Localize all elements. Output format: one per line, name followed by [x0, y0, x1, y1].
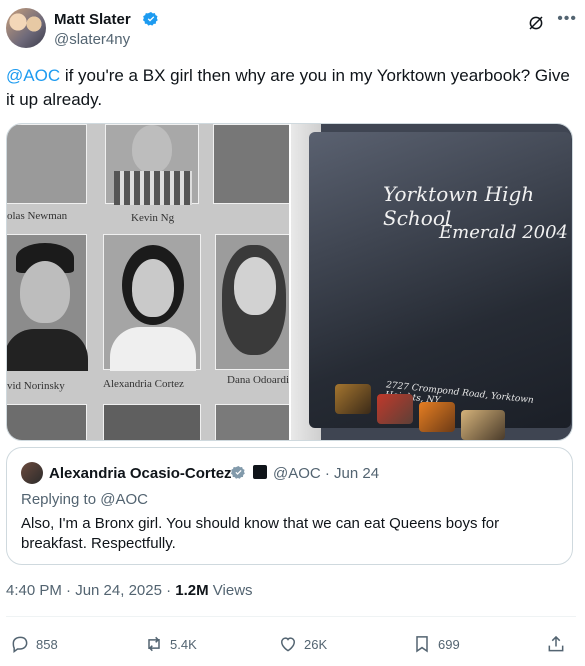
- yearbook-page-photo[interactable]: olas Newman Kevin Ng vid Norinsky Alexan…: [7, 124, 289, 440]
- yearbook-portrait: [213, 124, 289, 204]
- repost-icon: [148, 636, 160, 652]
- share-button[interactable]: [546, 634, 572, 654]
- mention-link[interactable]: @AOC: [6, 66, 60, 85]
- yearbook-name: vid Norinsky: [7, 380, 65, 392]
- tweet-meta: 4:40 PM · Jun 24, 2025 · 1.2M Views: [6, 582, 253, 599]
- heart-icon: [280, 637, 296, 652]
- yearbook-portrait: [215, 234, 289, 370]
- yearbook-cover: Yorktown High School Emerald 2004 2727 C…: [309, 132, 571, 440]
- share-icon: [548, 635, 564, 652]
- like-button[interactable]: 26K: [278, 634, 327, 654]
- quoted-handle-time: @AOC · Jun 24: [273, 465, 380, 482]
- verified-badge-icon: [231, 465, 245, 479]
- repost-button[interactable]: 5.4K: [144, 634, 197, 654]
- yearbook-portrait: [7, 124, 87, 204]
- quoted-author-avatar[interactable]: [21, 462, 43, 484]
- author-avatar[interactable]: [6, 8, 46, 48]
- yearbook-portrait: [215, 404, 289, 440]
- yearbook-portrait: [103, 404, 201, 440]
- bookmark-count: 699: [438, 636, 460, 652]
- reply-count: 858: [36, 636, 58, 652]
- like-count: 26K: [304, 636, 328, 652]
- cover-thumbnail: [377, 394, 413, 424]
- author-handle[interactable]: @slater4ny: [54, 31, 130, 48]
- quoted-text: Also, I'm a Bronx girl. You should know …: [21, 515, 500, 552]
- views-count: 1.2M: [175, 582, 209, 599]
- yearbook-name: Dana Odoardi: [227, 374, 289, 386]
- repost-count: 5.4K: [170, 636, 197, 652]
- tweet-media[interactable]: olas Newman Kevin Ng vid Norinsky Alexan…: [6, 123, 573, 441]
- author-name[interactable]: Matt Slater: [54, 11, 131, 28]
- yearbook-portrait: [7, 234, 88, 371]
- yearbook-name: Alexandria Cortez: [103, 378, 184, 390]
- cover-subtitle: Emerald 2004: [439, 222, 569, 243]
- yearbook-name: olas Newman: [7, 210, 68, 222]
- tweet-actions: 858 5.4K 26K 699: [6, 630, 576, 660]
- tweet-body: if you're a BX girl then why are you in …: [6, 66, 570, 109]
- tweet-header: Matt Slater @slater4ny •••: [6, 8, 579, 52]
- yearbook-portrait: [7, 404, 87, 440]
- bookmark-button[interactable]: 699: [412, 634, 460, 654]
- cover-thumbnail: [461, 410, 505, 440]
- views-label: Views: [208, 582, 253, 599]
- cover-thumbnail: [419, 402, 455, 432]
- yearbook-portrait: [105, 124, 199, 205]
- yearbook-portrait: [103, 234, 201, 371]
- government-affiliation-icon: [253, 465, 267, 479]
- reply-icon: [12, 636, 28, 653]
- verified-badge-icon: [143, 12, 158, 26]
- more-options-icon[interactable]: •••: [557, 10, 577, 28]
- quoted-author-name[interactable]: Alexandria Ocasio-Cortez: [49, 465, 232, 482]
- tweet-text: @AOC if you're a BX girl then why are yo…: [6, 64, 576, 112]
- divider: [6, 616, 576, 617]
- yearbook-cover-photo[interactable]: Yorktown High School Emerald 2004 2727 C…: [291, 124, 572, 440]
- reply-button[interactable]: 858: [10, 634, 58, 654]
- bookmark-icon: [416, 636, 428, 653]
- replying-to: Replying to @AOC: [21, 491, 148, 508]
- cover-thumbnail: [335, 384, 371, 414]
- tweet-timestamp[interactable]: 4:40 PM · Jun 24, 2025 ·: [6, 582, 175, 599]
- grok-icon[interactable]: [527, 14, 545, 32]
- yearbook-name: Kevin Ng: [131, 212, 175, 224]
- quoted-tweet[interactable]: Alexandria Ocasio-Cortez @AOC · Jun 24 R…: [6, 447, 573, 565]
